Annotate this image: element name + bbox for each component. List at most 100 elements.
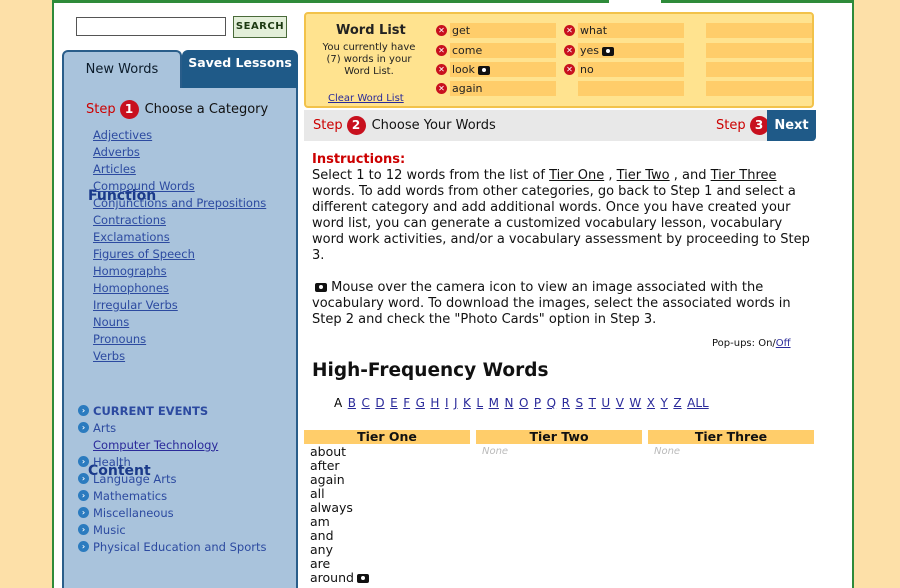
alphabet-letter[interactable]: Q [547, 396, 556, 410]
expand-arrow-icon[interactable]: › [78, 405, 89, 416]
alphabet-letter[interactable]: F [403, 396, 410, 410]
letter-link[interactable]: X [647, 396, 655, 410]
alphabet-letter[interactable]: P [534, 396, 541, 410]
letter-link[interactable]: Q [547, 396, 556, 410]
category-link[interactable]: Irregular Verbs [93, 298, 178, 312]
search-button[interactable]: SEARCH [233, 16, 287, 38]
letter-link[interactable]: O [519, 396, 528, 410]
category-label[interactable]: Computer Technology [93, 438, 218, 452]
alphabet-letter[interactable]: R [562, 396, 570, 410]
alphabet-letter[interactable]: G [416, 396, 425, 410]
word-item[interactable]: after [310, 459, 369, 473]
alphabet-letter[interactable]: S [575, 396, 583, 410]
letter-link[interactable]: ALL [687, 396, 709, 410]
alphabet-letter[interactable]: ALL [687, 396, 709, 410]
letter-link[interactable]: M [489, 396, 499, 410]
alphabet-letter[interactable]: V [616, 396, 624, 410]
expand-arrow-icon[interactable]: › [78, 524, 89, 535]
letter-link[interactable]: E [390, 396, 398, 410]
expand-arrow-icon[interactable]: › [78, 507, 89, 518]
letter-link[interactable]: F [403, 396, 410, 410]
word-item[interactable]: am [310, 515, 369, 529]
list-item[interactable]: › Physical Education and Sports [78, 538, 267, 555]
remove-word-icon[interactable]: ✕ [436, 83, 447, 94]
letter-link[interactable]: P [534, 396, 541, 410]
list-item[interactable]: › Arts [78, 419, 267, 436]
category-link[interactable]: Articles [93, 162, 136, 176]
category-link[interactable]: Verbs [93, 349, 125, 363]
alphabet-letter[interactable]: C [361, 396, 369, 410]
search-input[interactable] [76, 17, 226, 36]
tab-saved-lessons[interactable]: Saved Lessons [182, 50, 298, 88]
alphabet-letter[interactable]: H [430, 396, 439, 410]
category-link[interactable]: Pronouns [93, 332, 146, 346]
word-item[interactable]: are [310, 557, 369, 571]
expand-arrow-icon[interactable]: › [78, 422, 89, 433]
word-item[interactable]: again [310, 473, 369, 487]
alphabet-letter[interactable]: T [589, 396, 596, 410]
tier-one-link[interactable]: Tier One [549, 168, 604, 183]
category-link[interactable]: Conjunctions and Prepositions [93, 196, 266, 210]
alphabet-letter[interactable]: L [476, 396, 483, 410]
alphabet-letter[interactable]: W [629, 396, 641, 410]
word-item[interactable]: and [310, 529, 369, 543]
word-item[interactable]: about [310, 445, 369, 459]
word-item[interactable]: always [310, 501, 369, 515]
word-item[interactable]: any [310, 543, 369, 557]
category-link[interactable]: Exclamations [93, 230, 170, 244]
letter-link[interactable]: S [575, 396, 583, 410]
tier-two-link[interactable]: Tier Two [617, 168, 670, 183]
tier-three-link[interactable]: Tier Three [711, 168, 777, 183]
alphabet-letter[interactable]: J [454, 396, 458, 410]
tab-new-words[interactable]: New Words [62, 50, 182, 92]
letter-link[interactable]: D [375, 396, 384, 410]
letter-link[interactable]: L [476, 396, 483, 410]
expand-arrow-icon[interactable]: › [78, 490, 89, 501]
letter-link[interactable]: W [629, 396, 641, 410]
camera-icon[interactable] [356, 574, 369, 583]
letter-link[interactable]: C [361, 396, 369, 410]
category-link[interactable]: Adverbs [93, 145, 140, 159]
category-link[interactable]: Compound Words [93, 179, 195, 193]
alphabet-letter[interactable]: B [348, 396, 356, 410]
remove-word-icon[interactable]: ✕ [436, 45, 447, 56]
category-link[interactable]: Homographs [93, 264, 167, 278]
clear-word-list-link[interactable]: Clear Word List [328, 93, 404, 104]
camera-icon[interactable] [602, 46, 615, 56]
camera-icon[interactable] [477, 65, 490, 75]
expand-arrow-icon[interactable]: › [78, 456, 89, 467]
alphabet-letter[interactable]: I [445, 396, 449, 410]
letter-link[interactable]: H [430, 396, 439, 410]
remove-word-icon[interactable]: ✕ [564, 25, 575, 36]
letter-link[interactable]: N [504, 396, 513, 410]
letter-link[interactable]: V [616, 396, 624, 410]
list-item[interactable]: › Music [78, 521, 267, 538]
list-item[interactable]: › Language Arts [78, 470, 267, 487]
category-link[interactable]: Homophones [93, 281, 169, 295]
letter-link[interactable]: Z [673, 396, 681, 410]
expand-arrow-icon[interactable]: › [78, 541, 89, 552]
letter-link[interactable]: Y [661, 396, 668, 410]
category-link[interactable]: Contractions [93, 213, 166, 227]
letter-link[interactable]: R [562, 396, 570, 410]
letter-link[interactable]: K [463, 396, 471, 410]
expand-arrow-icon[interactable]: › [78, 473, 89, 484]
category-link[interactable]: Adjectives [93, 128, 152, 142]
alphabet-letter[interactable]: M [489, 396, 499, 410]
letter-link[interactable]: T [589, 396, 596, 410]
list-item[interactable]: Computer Technology [78, 436, 267, 453]
alphabet-letter[interactable]: K [463, 396, 471, 410]
list-item[interactable]: › Health [78, 453, 267, 470]
letter-link[interactable]: I [445, 396, 449, 410]
list-item[interactable]: › CURRENT EVENTS [78, 402, 267, 419]
letter-link[interactable]: U [601, 396, 610, 410]
remove-word-icon[interactable]: ✕ [564, 64, 575, 75]
list-item[interactable]: › Miscellaneous [78, 504, 267, 521]
remove-word-icon[interactable]: ✕ [564, 45, 575, 56]
category-link[interactable]: Figures of Speech [93, 247, 195, 261]
popups-off-link[interactable]: Off [776, 338, 791, 349]
alphabet-letter[interactable]: U [601, 396, 610, 410]
letter-link[interactable]: B [348, 396, 356, 410]
alphabet-letter[interactable]: D [375, 396, 384, 410]
letter-link[interactable]: J [454, 396, 458, 410]
